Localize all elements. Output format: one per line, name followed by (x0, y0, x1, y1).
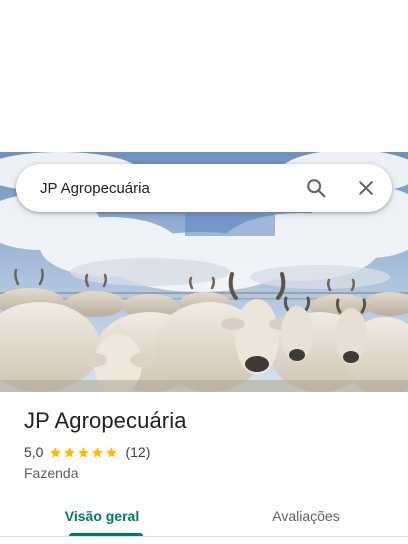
tab-overview[interactable]: Visão geral (0, 496, 204, 536)
rating-value: 5,0 (24, 444, 44, 460)
close-button[interactable] (346, 168, 386, 208)
star-icon (92, 446, 104, 458)
search-icon (307, 179, 326, 198)
place-title: JP Agropecuária (24, 408, 187, 433)
search-bar[interactable]: JP Agropecuária (16, 164, 392, 212)
review-count[interactable]: (12) (125, 444, 150, 460)
search-query-text[interactable]: JP Agropecuária (40, 180, 296, 197)
star-icon (78, 446, 90, 458)
tab-reviews[interactable]: Avaliações (204, 496, 408, 536)
place-category: Fazenda (24, 465, 79, 481)
star-icon (64, 446, 76, 458)
search-button[interactable] (296, 168, 336, 208)
star-icon (50, 446, 62, 458)
star-rating (49, 446, 119, 459)
star-icon (106, 446, 118, 458)
tabs-divider (0, 536, 408, 537)
place-page: JP Agropecuária JP Agropecuária 5,0 (12)… (0, 0, 408, 544)
place-tabs: Visão geral Avaliações (0, 496, 408, 536)
rating-row[interactable]: 5,0 (12) (24, 444, 150, 460)
close-icon (359, 181, 373, 195)
